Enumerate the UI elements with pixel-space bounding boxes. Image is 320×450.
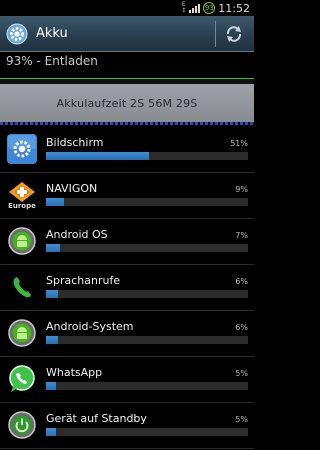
usage-bar-fill	[46, 198, 65, 206]
phone-icon	[13, 277, 31, 298]
item-percent: 7%	[235, 231, 248, 240]
battery-icon: 93	[203, 2, 216, 14]
usage-bar-fill	[46, 152, 150, 160]
item-name: Android OS	[46, 228, 108, 241]
list-item[interactable]: Sprachanrufe 6%	[0, 265, 254, 311]
battery-level: 93	[204, 4, 214, 12]
navigon-logo-icon	[9, 181, 35, 202]
list-item[interactable]: Android OS 7%	[0, 219, 254, 265]
item-percent: 6%	[235, 323, 248, 332]
battery-runtime-label: Akkulaufzeit 2S 56M 29S	[56, 96, 198, 110]
android-os-icon	[8, 227, 36, 255]
item-name: Android-System	[46, 320, 134, 333]
item-name: NAVIGON	[46, 182, 98, 195]
usage-bar-fill	[46, 244, 61, 252]
usage-bar-fill	[46, 428, 57, 436]
list-item[interactable]: Android-System 6%	[0, 311, 254, 357]
usage-bar-track	[46, 152, 248, 160]
page-title: Akku	[36, 26, 68, 41]
list-item[interactable]: WhatsApp 5%	[0, 357, 254, 403]
item-name: Gerät auf Standby	[46, 412, 147, 425]
title-divider	[215, 20, 216, 47]
item-percent: 6%	[235, 277, 248, 286]
clock: 11:52	[218, 1, 250, 15]
item-percent: 9%	[235, 185, 248, 194]
title-bar: Akku	[0, 16, 254, 52]
usage-bar-track	[46, 336, 248, 344]
usage-bar-track	[46, 244, 248, 252]
refresh-icon[interactable]	[224, 24, 244, 44]
item-name: WhatsApp	[46, 366, 103, 379]
navigon-caption: Europe	[8, 201, 36, 210]
item-name: Bildschirm	[46, 136, 104, 149]
battery-runtime-strip[interactable]: Akkulaufzeit 2S 56M 29S	[0, 84, 254, 122]
usage-bar-track	[46, 290, 248, 298]
usage-bar-track	[46, 428, 248, 436]
item-name: Sprachanrufe	[46, 274, 121, 287]
list-item[interactable]: Europe NAVIGON 9%	[0, 173, 254, 219]
usage-bar-track	[46, 382, 248, 390]
android-system-icon	[8, 319, 36, 347]
item-percent: 5%	[235, 369, 248, 378]
standby-icon	[8, 411, 36, 439]
usage-bar-track	[46, 198, 248, 206]
list-item[interactable]: Gerät auf Standby 5%	[0, 403, 254, 449]
item-percent: 51%	[230, 139, 248, 148]
usage-bar-fill	[46, 382, 57, 390]
battery-status-text: 93% - Entladen	[6, 54, 98, 68]
usage-bar-fill	[46, 290, 59, 298]
status-bar: E ↕ 93 11:52	[0, 0, 254, 16]
usage-bar-fill	[46, 336, 59, 344]
signal-icon	[189, 3, 201, 13]
whatsapp-icon	[9, 365, 35, 392]
network-indicator: E ↕	[181, 1, 187, 14]
graph-baseline	[0, 122, 254, 125]
gear-icon[interactable]	[6, 23, 28, 45]
item-percent: 5%	[235, 415, 248, 424]
display-settings-icon	[7, 134, 37, 164]
list-item[interactable]: Bildschirm 51%	[0, 127, 254, 173]
usage-list: Bildschirm 51% Europe NAVIGON 9% Android…	[0, 127, 254, 449]
